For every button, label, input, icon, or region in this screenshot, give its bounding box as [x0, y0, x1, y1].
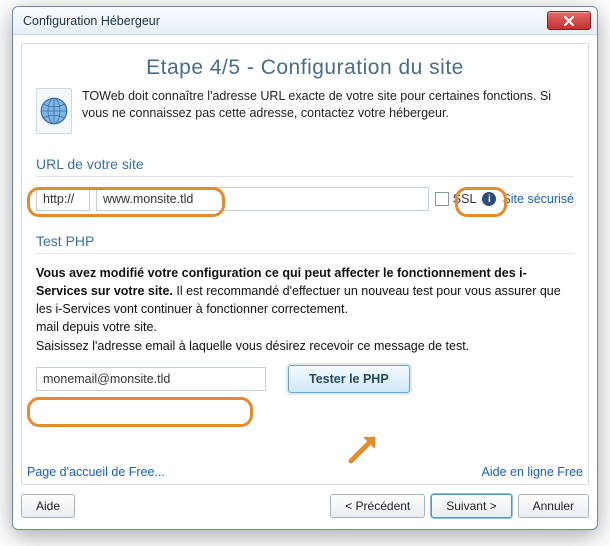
dialog-window: Configuration Hébergeur Etape 4/5 - Conf… — [12, 6, 598, 530]
close-icon — [563, 15, 575, 27]
info-icon[interactable]: i — [482, 192, 496, 206]
ssl-checkbox[interactable] — [435, 192, 449, 206]
intro-text: TOWeb doit connaître l'adresse URL exact… — [82, 88, 574, 134]
ssl-label: SSL — [453, 192, 477, 206]
cancel-button[interactable]: Annuler — [518, 494, 589, 518]
next-button[interactable]: Suivant > — [431, 494, 511, 518]
php-description: Vous avez modifié votre configuration ce… — [36, 264, 574, 355]
divider — [36, 176, 574, 177]
help-button[interactable]: Aide — [21, 494, 75, 518]
secure-site-link[interactable]: Site sécurisé — [502, 192, 574, 206]
content-panel: Etape 4/5 - Configuration du site TOWeb … — [21, 43, 589, 485]
email-input[interactable] — [36, 367, 266, 391]
step-heading: Etape 4/5 - Configuration du site — [36, 56, 574, 80]
arrow-annotation-icon — [345, 427, 385, 467]
divider — [36, 253, 574, 254]
titlebar: Configuration Hébergeur — [13, 7, 597, 35]
url-section-label: URL de votre site — [36, 156, 574, 172]
globe-icon — [36, 88, 72, 134]
button-bar: Aide < Précédent Suivant > Annuler — [21, 491, 589, 521]
php-prompt-line: Saisissez l'adresse email à laquelle vou… — [36, 339, 469, 353]
url-prefix: http:// — [36, 187, 90, 211]
test-php-button[interactable]: Tester le PHP — [288, 365, 410, 393]
php-mail-line: mail depuis votre site. — [36, 320, 157, 334]
close-button[interactable] — [547, 11, 591, 30]
window-title: Configuration Hébergeur — [23, 14, 160, 28]
php-section-label: Test PHP — [36, 233, 574, 249]
footer-link-left[interactable]: Page d'accueil de Free... — [27, 465, 165, 479]
footer-link-right[interactable]: Aide en ligne Free — [482, 465, 583, 479]
url-input[interactable] — [96, 187, 429, 211]
previous-button[interactable]: < Précédent — [330, 494, 425, 518]
